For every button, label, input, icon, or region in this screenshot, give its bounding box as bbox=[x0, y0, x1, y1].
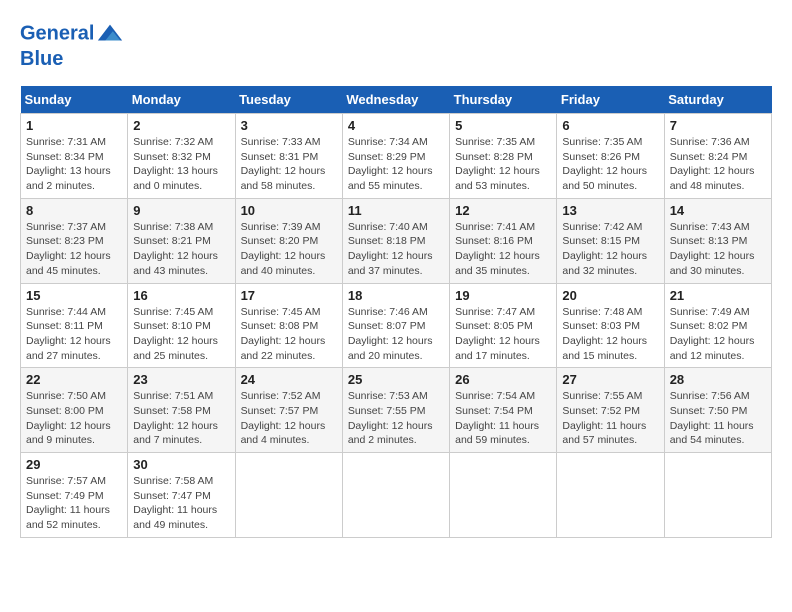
calendar-day-8: 8Sunrise: 7:37 AMSunset: 8:23 PMDaylight… bbox=[21, 198, 128, 283]
weekday-header-friday: Friday bbox=[557, 86, 664, 114]
calendar-day-17: 17Sunrise: 7:45 AMSunset: 8:08 PMDayligh… bbox=[235, 283, 342, 368]
calendar-day-5: 5Sunrise: 7:35 AMSunset: 8:28 PMDaylight… bbox=[450, 114, 557, 199]
calendar-day-10: 10Sunrise: 7:39 AMSunset: 8:20 PMDayligh… bbox=[235, 198, 342, 283]
calendar-day-18: 18Sunrise: 7:46 AMSunset: 8:07 PMDayligh… bbox=[342, 283, 449, 368]
weekday-header-row: SundayMondayTuesdayWednesdayThursdayFrid… bbox=[21, 86, 772, 114]
logo-text: General bbox=[20, 20, 124, 48]
calendar-day-6: 6Sunrise: 7:35 AMSunset: 8:26 PMDaylight… bbox=[557, 114, 664, 199]
weekday-header-monday: Monday bbox=[128, 86, 235, 114]
weekday-header-wednesday: Wednesday bbox=[342, 86, 449, 114]
calendar-day-2: 2Sunrise: 7:32 AMSunset: 8:32 PMDaylight… bbox=[128, 114, 235, 199]
calendar-day-empty bbox=[557, 453, 664, 538]
calendar-week-4: 22Sunrise: 7:50 AMSunset: 8:00 PMDayligh… bbox=[21, 368, 772, 453]
calendar-day-empty bbox=[664, 453, 771, 538]
weekday-header-tuesday: Tuesday bbox=[235, 86, 342, 114]
calendar-table: SundayMondayTuesdayWednesdayThursdayFrid… bbox=[20, 86, 772, 538]
calendar-day-12: 12Sunrise: 7:41 AMSunset: 8:16 PMDayligh… bbox=[450, 198, 557, 283]
calendar-day-24: 24Sunrise: 7:52 AMSunset: 7:57 PMDayligh… bbox=[235, 368, 342, 453]
calendar-day-25: 25Sunrise: 7:53 AMSunset: 7:55 PMDayligh… bbox=[342, 368, 449, 453]
calendar-day-empty bbox=[342, 453, 449, 538]
calendar-week-1: 1Sunrise: 7:31 AMSunset: 8:34 PMDaylight… bbox=[21, 114, 772, 199]
logo-icon bbox=[96, 20, 124, 48]
calendar-day-30: 30Sunrise: 7:58 AMSunset: 7:47 PMDayligh… bbox=[128, 453, 235, 538]
calendar-day-22: 22Sunrise: 7:50 AMSunset: 8:00 PMDayligh… bbox=[21, 368, 128, 453]
calendar-day-7: 7Sunrise: 7:36 AMSunset: 8:24 PMDaylight… bbox=[664, 114, 771, 199]
calendar-day-3: 3Sunrise: 7:33 AMSunset: 8:31 PMDaylight… bbox=[235, 114, 342, 199]
logo: General Blue bbox=[20, 20, 124, 70]
calendar-day-4: 4Sunrise: 7:34 AMSunset: 8:29 PMDaylight… bbox=[342, 114, 449, 199]
calendar-day-15: 15Sunrise: 7:44 AMSunset: 8:11 PMDayligh… bbox=[21, 283, 128, 368]
calendar-day-1: 1Sunrise: 7:31 AMSunset: 8:34 PMDaylight… bbox=[21, 114, 128, 199]
calendar-day-20: 20Sunrise: 7:48 AMSunset: 8:03 PMDayligh… bbox=[557, 283, 664, 368]
page-header: General Blue bbox=[20, 20, 772, 70]
calendar-week-3: 15Sunrise: 7:44 AMSunset: 8:11 PMDayligh… bbox=[21, 283, 772, 368]
weekday-header-thursday: Thursday bbox=[450, 86, 557, 114]
calendar-day-11: 11Sunrise: 7:40 AMSunset: 8:18 PMDayligh… bbox=[342, 198, 449, 283]
calendar-day-14: 14Sunrise: 7:43 AMSunset: 8:13 PMDayligh… bbox=[664, 198, 771, 283]
calendar-day-28: 28Sunrise: 7:56 AMSunset: 7:50 PMDayligh… bbox=[664, 368, 771, 453]
calendar-day-21: 21Sunrise: 7:49 AMSunset: 8:02 PMDayligh… bbox=[664, 283, 771, 368]
calendar-day-9: 9Sunrise: 7:38 AMSunset: 8:21 PMDaylight… bbox=[128, 198, 235, 283]
logo-blue: Blue bbox=[20, 48, 124, 70]
calendar-day-27: 27Sunrise: 7:55 AMSunset: 7:52 PMDayligh… bbox=[557, 368, 664, 453]
weekday-header-saturday: Saturday bbox=[664, 86, 771, 114]
calendar-day-26: 26Sunrise: 7:54 AMSunset: 7:54 PMDayligh… bbox=[450, 368, 557, 453]
calendar-week-5: 29Sunrise: 7:57 AMSunset: 7:49 PMDayligh… bbox=[21, 453, 772, 538]
weekday-header-sunday: Sunday bbox=[21, 86, 128, 114]
calendar-day-empty bbox=[450, 453, 557, 538]
calendar-day-29: 29Sunrise: 7:57 AMSunset: 7:49 PMDayligh… bbox=[21, 453, 128, 538]
calendar-day-19: 19Sunrise: 7:47 AMSunset: 8:05 PMDayligh… bbox=[450, 283, 557, 368]
calendar-day-16: 16Sunrise: 7:45 AMSunset: 8:10 PMDayligh… bbox=[128, 283, 235, 368]
calendar-day-13: 13Sunrise: 7:42 AMSunset: 8:15 PMDayligh… bbox=[557, 198, 664, 283]
calendar-day-23: 23Sunrise: 7:51 AMSunset: 7:58 PMDayligh… bbox=[128, 368, 235, 453]
calendar-day-empty bbox=[235, 453, 342, 538]
calendar-week-2: 8Sunrise: 7:37 AMSunset: 8:23 PMDaylight… bbox=[21, 198, 772, 283]
